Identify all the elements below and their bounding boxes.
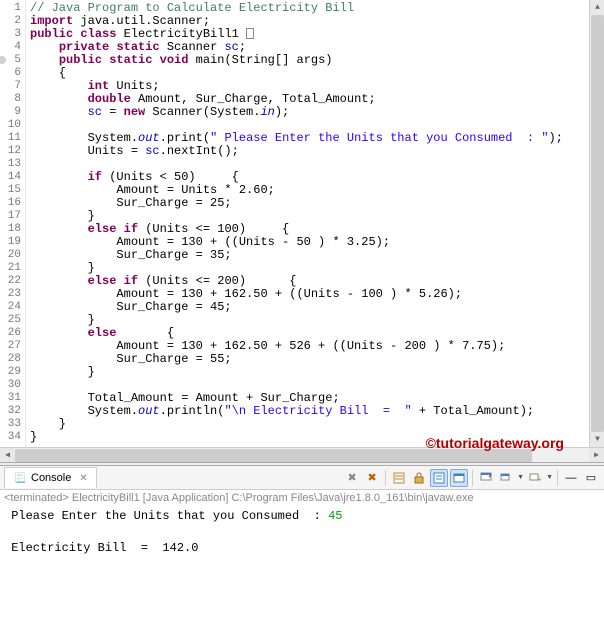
code-line[interactable]: } <box>30 418 604 431</box>
open-console-icon[interactable]: + <box>526 469 544 487</box>
gutter-marker-icon <box>0 56 6 64</box>
code-line[interactable]: Sur_Charge = 55; <box>30 353 604 366</box>
line-number-gutter: 1234567891011121314151617181920212223242… <box>0 0 26 447</box>
line-number: 15 <box>0 184 21 197</box>
code-line[interactable]: Units = sc.nextInt(); <box>30 145 604 158</box>
line-number: 4 <box>0 41 21 54</box>
toolbar-separator <box>472 470 473 486</box>
line-number: 28 <box>0 353 21 366</box>
console-icon: 📃 <box>13 471 27 485</box>
line-number: 29 <box>0 366 21 379</box>
vertical-scrollbar[interactable]: ▲ ▼ <box>589 0 604 447</box>
show-console-icon[interactable] <box>450 469 468 487</box>
word-wrap-icon[interactable] <box>430 469 448 487</box>
code-line[interactable]: public static void main(String[] args) <box>30 54 604 67</box>
code-area: 1234567891011121314151617181920212223242… <box>0 0 604 447</box>
console-output: Please Enter the Units that you Consumed… <box>4 508 600 524</box>
line-number: 9 <box>0 106 21 119</box>
bracket-highlight-icon <box>246 28 254 39</box>
code-line[interactable]: } <box>30 431 604 444</box>
line-number: 6 <box>0 67 21 80</box>
line-number: 20 <box>0 249 21 262</box>
terminated-label: <terminated> ElectricityBill1 [Java Appl… <box>4 492 600 504</box>
close-icon[interactable]: ✕ <box>79 473 87 484</box>
line-number: 11 <box>0 132 21 145</box>
line-number: 34 <box>0 431 21 444</box>
line-number: 8 <box>0 93 21 106</box>
clear-console-icon[interactable] <box>390 469 408 487</box>
line-number: 16 <box>0 197 21 210</box>
scroll-thumb[interactable] <box>591 15 604 432</box>
line-number: 33 <box>0 418 21 431</box>
code-text[interactable]: // Java Program to Calculate Electricity… <box>26 0 604 447</box>
line-number: 5 <box>0 54 21 67</box>
code-line[interactable]: } <box>30 366 604 379</box>
display-selected-icon[interactable] <box>497 469 515 487</box>
console-output <box>4 524 600 540</box>
console-output: Electricity Bill = 142.0 <box>4 540 600 556</box>
toolbar-separator <box>385 470 386 486</box>
remove-all-icon[interactable]: ✖ <box>363 469 381 487</box>
dropdown-arrow-icon[interactable]: ▼ <box>546 474 553 481</box>
line-number: 19 <box>0 236 21 249</box>
toolbar-separator <box>557 470 558 486</box>
console-body[interactable]: <terminated> ElectricityBill1 [Java Appl… <box>0 490 604 626</box>
scroll-thumb[interactable] <box>15 449 532 462</box>
line-number: 12 <box>0 145 21 158</box>
code-line[interactable]: Sur_Charge = 25; <box>30 197 604 210</box>
pin-console-icon[interactable] <box>477 469 495 487</box>
line-number: 30 <box>0 379 21 392</box>
scroll-up-arrow[interactable]: ▲ <box>590 0 604 15</box>
line-number: 21 <box>0 262 21 275</box>
line-number: 23 <box>0 288 21 301</box>
line-number: 3 <box>0 28 21 41</box>
scroll-lock-icon[interactable] <box>410 469 428 487</box>
scroll-down-arrow[interactable]: ▼ <box>590 432 604 447</box>
line-number: 27 <box>0 340 21 353</box>
minimize-icon[interactable]: — <box>562 469 580 487</box>
user-input: 45 <box>328 509 342 523</box>
line-number: 24 <box>0 301 21 314</box>
code-line[interactable]: Sur_Charge = 45; <box>30 301 604 314</box>
line-number: 22 <box>0 275 21 288</box>
line-number: 25 <box>0 314 21 327</box>
code-line[interactable]: sc = new Scanner(System.in); <box>30 106 604 119</box>
code-line[interactable]: Sur_Charge = 35; <box>30 249 604 262</box>
line-number: 18 <box>0 223 21 236</box>
remove-launch-icon[interactable]: ✖ <box>343 469 361 487</box>
console-tabbar: 📃 Console ✕ ✖ ✖ <box>0 466 604 490</box>
line-number: 2 <box>0 15 21 28</box>
scroll-track[interactable] <box>590 15 604 432</box>
line-number: 1 <box>0 2 21 15</box>
console-pane: 📃 Console ✕ ✖ ✖ <box>0 466 604 626</box>
scroll-track[interactable] <box>15 448 589 463</box>
line-number: 7 <box>0 80 21 93</box>
code-line[interactable]: System.out.println("\n Electricity Bill … <box>30 405 604 418</box>
console-tab-label: Console <box>31 472 71 484</box>
svg-text:+: + <box>537 475 542 484</box>
line-number: 31 <box>0 392 21 405</box>
line-number: 13 <box>0 158 21 171</box>
console-tab[interactable]: 📃 Console ✕ <box>4 467 97 488</box>
console-toolbar: ✖ ✖ ▼ + <box>343 469 604 487</box>
line-number: 14 <box>0 171 21 184</box>
scroll-right-arrow[interactable]: ▶ <box>589 448 604 463</box>
line-number: 32 <box>0 405 21 418</box>
editor-pane: 1234567891011121314151617181920212223242… <box>0 0 604 462</box>
horizontal-scrollbar[interactable]: ◀ ▶ <box>0 447 604 462</box>
line-number: 17 <box>0 210 21 223</box>
scroll-left-arrow[interactable]: ◀ <box>0 448 15 463</box>
maximize-icon[interactable]: ▭ <box>582 469 600 487</box>
dropdown-arrow-icon[interactable]: ▼ <box>517 474 524 481</box>
line-number: 10 <box>0 119 21 132</box>
line-number: 26 <box>0 327 21 340</box>
